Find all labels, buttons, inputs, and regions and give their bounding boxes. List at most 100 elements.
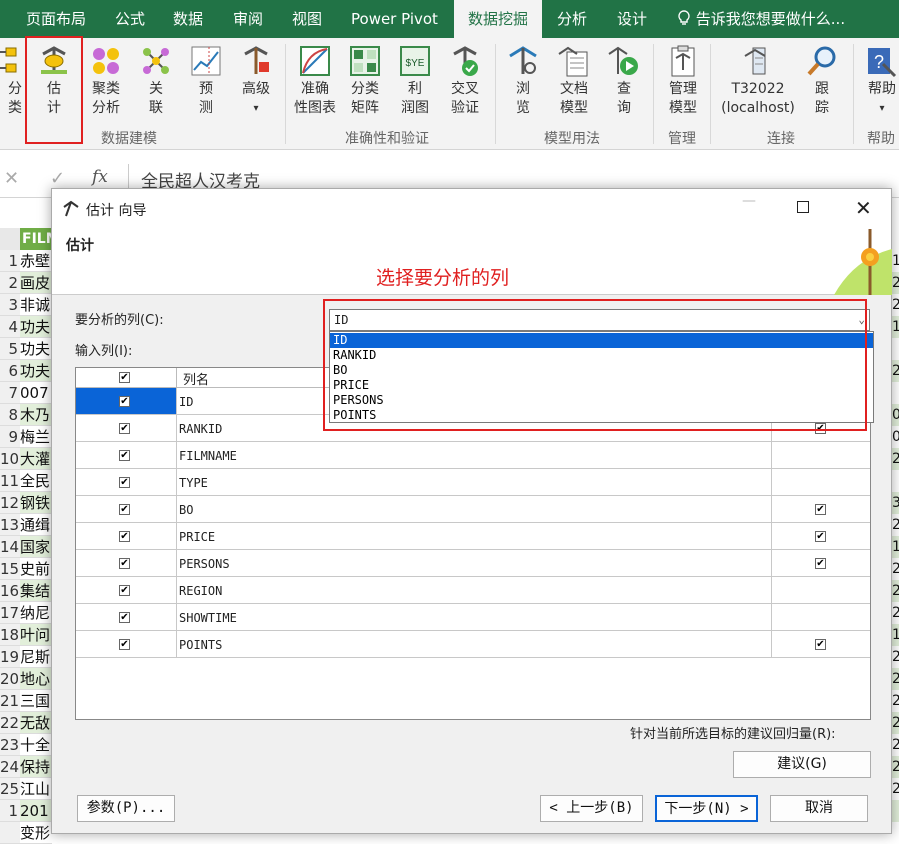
cluster-button[interactable]: 聚类 分析: [81, 44, 131, 118]
help-button[interactable]: ? 帮助 ▾: [857, 44, 899, 118]
row-number[interactable]: 2: [0, 272, 20, 294]
row-number[interactable]: 15: [0, 558, 20, 580]
row-number[interactable]: 1: [0, 800, 20, 822]
table-row[interactable]: ✔ PRICE ✔: [76, 523, 870, 550]
tab-data-mining[interactable]: 数据挖掘: [454, 0, 542, 38]
sheet-cell-right-edge[interactable]: 2: [892, 668, 899, 690]
row-number[interactable]: 8: [0, 404, 20, 426]
row-number[interactable]: 9: [0, 426, 20, 448]
sheet-cell[interactable]: 国家: [20, 536, 52, 558]
profit-chart-button[interactable]: $YE 利 润图: [390, 44, 440, 118]
sheet-cell[interactable]: 大灌: [20, 448, 52, 470]
tab-data[interactable]: 数据: [173, 0, 203, 38]
sheet-cell[interactable]: 纳尼: [20, 602, 52, 624]
tab-analyze[interactable]: 分析: [557, 0, 587, 38]
sheet-cell-right-edge[interactable]: 1: [892, 316, 899, 338]
advanced-button[interactable]: 高级 ▾: [231, 44, 281, 118]
sheet-cell[interactable]: 功夫: [20, 360, 52, 382]
sheet-cell[interactable]: 十全: [20, 734, 52, 756]
table-row[interactable]: ✔ REGION: [76, 577, 870, 604]
back-button[interactable]: < 上一步(B): [540, 795, 643, 822]
cancel-entry-icon[interactable]: ✕: [4, 168, 19, 189]
row-number[interactable]: 23: [0, 734, 20, 756]
sheet-cell[interactable]: 赤壁: [20, 250, 52, 272]
predict-checkbox[interactable]: ✔: [815, 531, 826, 542]
tab-formulas[interactable]: 公式: [115, 0, 145, 38]
sheet-cell[interactable]: 木乃: [20, 404, 52, 426]
input-checkbox[interactable]: ✔: [119, 423, 130, 434]
sheet-cell[interactable]: 画皮: [20, 272, 52, 294]
table-row[interactable]: ✔ POINTS ✔: [76, 631, 870, 658]
row-number[interactable]: 18: [0, 624, 20, 646]
sheet-cell-right-edge[interactable]: 1: [892, 536, 899, 558]
sheet-cell[interactable]: 史前: [20, 558, 52, 580]
sheet-cell-right-edge[interactable]: 1: [892, 624, 899, 646]
browse-button[interactable]: 浏 览: [498, 44, 548, 118]
sheet-cell-right-edge[interactable]: 2: [892, 272, 899, 294]
table-row[interactable]: ✔ FILMNAME: [76, 442, 870, 469]
sheet-cell[interactable]: 江山: [20, 778, 52, 800]
function-icon[interactable]: fx: [92, 167, 108, 187]
sheet-cell[interactable]: 非诚: [20, 294, 52, 316]
row-number[interactable]: 1: [0, 250, 20, 272]
connection-button[interactable]: T32022 (localhost): [716, 44, 800, 118]
suggest-button[interactable]: 建议(G): [733, 751, 871, 778]
row-number[interactable]: 17: [0, 602, 20, 624]
manage-models-button[interactable]: 管理 模型: [658, 44, 708, 118]
document-model-button[interactable]: 文档 模型: [549, 44, 599, 118]
sheet-cell-right-edge[interactable]: 0: [892, 426, 899, 448]
predict-checkbox[interactable]: ✔: [815, 504, 826, 515]
cancel-button[interactable]: 取消: [770, 795, 868, 822]
sheet-cell-right-edge[interactable]: 2: [892, 294, 899, 316]
sheet-cell[interactable]: 地心: [20, 668, 52, 690]
tab-design[interactable]: 设计: [617, 0, 647, 38]
trace-button[interactable]: 跟 踪: [797, 44, 847, 118]
tell-me-box[interactable]: 告诉我您想要做什么...: [677, 0, 845, 38]
table-row[interactable]: ✔ BO ✔: [76, 496, 870, 523]
sheet-cell-right-edge[interactable]: 2: [892, 756, 899, 778]
associate-button[interactable]: 关 联: [131, 44, 181, 118]
tab-review[interactable]: 审阅: [233, 0, 263, 38]
input-checkbox[interactable]: ✔: [119, 639, 130, 650]
parameters-button[interactable]: 参数(P)...: [77, 795, 175, 822]
row-number[interactable]: 11: [0, 470, 20, 492]
sheet-cell-right-edge[interactable]: 2: [892, 580, 899, 602]
sheet-cell-right-edge[interactable]: [892, 382, 899, 404]
predict-checkbox[interactable]: ✔: [815, 558, 826, 569]
row-number[interactable]: 13: [0, 514, 20, 536]
sheet-cell-right-edge[interactable]: 2: [892, 360, 899, 382]
sheet-cell-right-edge[interactable]: 2: [892, 558, 899, 580]
query-button[interactable]: 查 询: [599, 44, 649, 118]
tab-power-pivot[interactable]: Power Pivot: [351, 0, 438, 38]
cross-validation-button[interactable]: 交叉 验证: [440, 44, 490, 118]
sheet-cell[interactable]: 集结: [20, 580, 52, 602]
sheet-cell[interactable]: 变形: [20, 822, 52, 844]
row-number[interactable]: 21: [0, 690, 20, 712]
row-number[interactable]: 3: [0, 294, 20, 316]
accuracy-chart-button[interactable]: 准确 性图表: [290, 44, 340, 118]
row-number[interactable]: 24: [0, 756, 20, 778]
sheet-cell[interactable]: 007: [20, 382, 52, 404]
input-checkbox[interactable]: ✔: [119, 558, 130, 569]
sheet-cell-right-edge[interactable]: 2: [892, 712, 899, 734]
row-number[interactable]: 25: [0, 778, 20, 800]
input-checkbox[interactable]: ✔: [119, 612, 130, 623]
tab-page-layout[interactable]: 页面布局: [26, 0, 86, 38]
sheet-cell[interactable]: 梅兰: [20, 426, 52, 448]
sheet-cell-right-edge[interactable]: 2: [892, 778, 899, 800]
input-checkbox[interactable]: ✔: [119, 504, 130, 515]
table-row[interactable]: ✔ PERSONS ✔: [76, 550, 870, 577]
sheet-cell[interactable]: 尼斯: [20, 646, 52, 668]
select-all-checkbox[interactable]: ✔: [119, 372, 130, 383]
input-checkbox[interactable]: ✔: [119, 477, 130, 488]
forecast-button[interactable]: 预 测: [181, 44, 231, 118]
row-number[interactable]: 12: [0, 492, 20, 514]
row-number[interactable]: 20: [0, 668, 20, 690]
input-checkbox[interactable]: ✔: [119, 585, 130, 596]
row-number[interactable]: 10: [0, 448, 20, 470]
table-row[interactable]: ✔ TYPE: [76, 469, 870, 496]
header-cell[interactable]: FILM: [20, 228, 52, 250]
minimize-button[interactable]: —: [742, 193, 756, 209]
row-number[interactable]: 7: [0, 382, 20, 404]
row-number[interactable]: 14: [0, 536, 20, 558]
